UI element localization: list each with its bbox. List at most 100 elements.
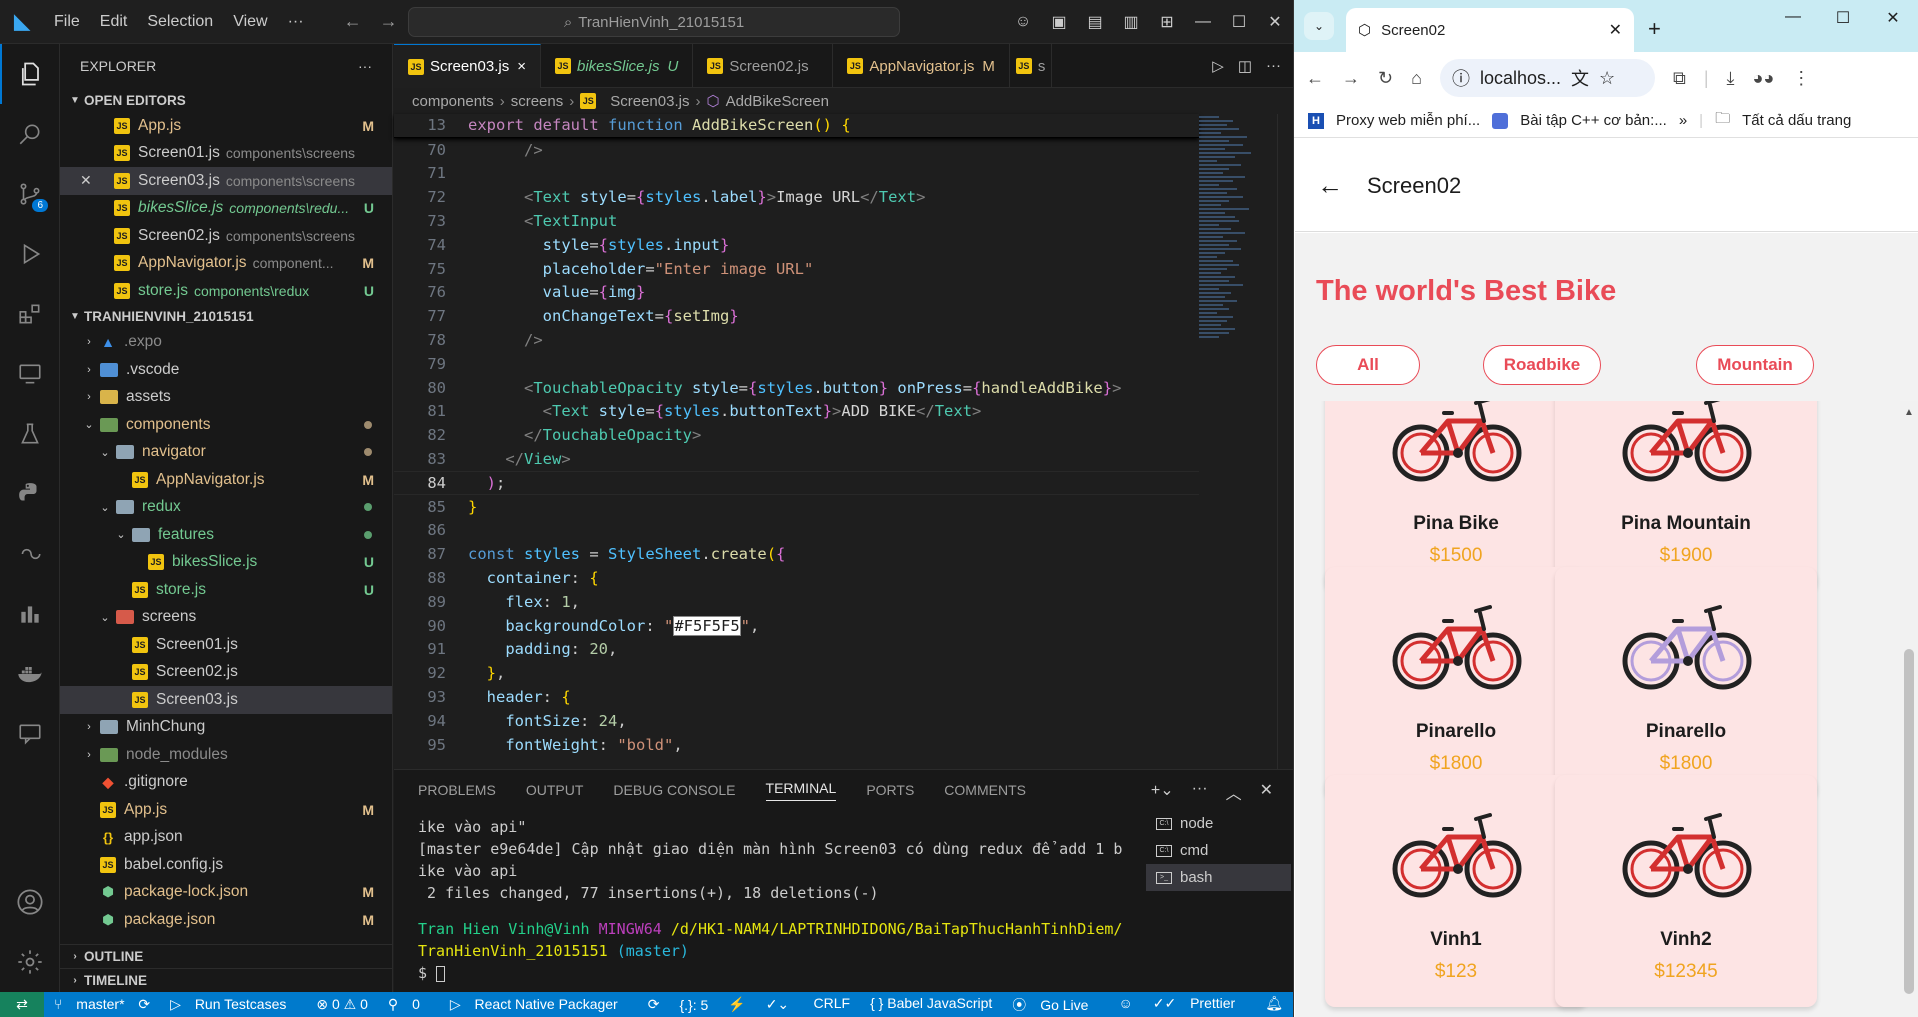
new-tab-icon[interactable]: + <box>1648 16 1661 42</box>
bookmark-item[interactable]: Bài tập C++ cơ bản:... <box>1520 112 1667 129</box>
open-editor-item[interactable]: JS App.js M <box>60 112 392 140</box>
translate-icon[interactable]: 文 <box>1571 65 1589 91</box>
tree-folder[interactable]: › node_modules <box>60 741 392 769</box>
all-bookmarks[interactable]: Tất cả dấu trang <box>1742 112 1851 129</box>
language-status[interactable]: { } Babel JavaScript <box>860 995 1002 1015</box>
tree-folder[interactable]: ⌄ redux <box>60 494 392 522</box>
tree-folder[interactable]: ⌄ navigator <box>60 439 392 467</box>
chrome-menu-icon[interactable]: ⋮ <box>1792 68 1810 89</box>
browser-tab[interactable]: ⬡ Screen02 ✕ <box>1346 8 1634 52</box>
terminal-bash[interactable]: >_ bash <box>1146 864 1291 891</box>
comments-icon[interactable] <box>0 704 60 764</box>
live-share-icon[interactable] <box>0 524 60 584</box>
selection-status[interactable]: {.}: 5 <box>669 997 718 1013</box>
tree-file[interactable]: ⬢ package-lock.json M <box>60 879 392 907</box>
more-actions-icon[interactable]: ··· <box>1192 780 1208 804</box>
maximize-icon[interactable]: ☐ <box>1818 8 1868 28</box>
tab-close-icon[interactable]: × <box>517 58 526 75</box>
code-editor[interactable]: 13 export default function AddBikeScreen(… <box>394 114 1199 769</box>
eol-status[interactable]: CRLF <box>804 995 861 1015</box>
reload-icon[interactable]: ↻ <box>1378 68 1393 89</box>
tree-file[interactable]: JS store.js U <box>60 576 392 604</box>
back-arrow-icon[interactable]: ← <box>1317 170 1343 201</box>
product-card[interactable]: Pinarello $1800 <box>1325 567 1587 799</box>
tree-folder[interactable]: ⌄ screens <box>60 604 392 632</box>
python-icon[interactable] <box>0 464 60 524</box>
tab-appnavigator[interactable]: JS AppNavigator.js M <box>833 44 1010 88</box>
command-center-search[interactable]: ⌕ TranHienVinh_21015151 <box>408 7 900 37</box>
settings-gear-icon[interactable] <box>0 932 60 992</box>
more-actions-icon[interactable]: ··· <box>358 58 372 74</box>
terminal-output[interactable]: ike vào api" [master e9e64de] Cập nhật gi… <box>418 816 1168 984</box>
split-editor-icon[interactable]: ◫ <box>1238 57 1252 75</box>
account-icon[interactable] <box>0 872 60 932</box>
project-section[interactable]: ▼ TRANHIENVINH_21015151 <box>60 305 392 329</box>
terminal-cmd[interactable]: C:\ cmd <box>1146 837 1291 864</box>
terminal-node[interactable]: C:\ node <box>1146 810 1291 837</box>
charts-icon[interactable] <box>0 584 60 644</box>
tree-file-selected[interactable]: JS Screen03.js <box>60 686 392 714</box>
open-editor-item[interactable]: JS store.js components\redux U <box>60 277 392 305</box>
close-icon[interactable]: ✕ <box>1868 8 1918 28</box>
tree-file[interactable]: ◆ .gitignore <box>60 769 392 797</box>
open-editor-item-active[interactable]: ✕ JS Screen03.js components\screens <box>60 167 392 195</box>
flash-icon[interactable]: ⚡ <box>718 996 755 1013</box>
filter-roadbike-button[interactable]: Roadbike <box>1483 345 1601 385</box>
open-editor-item[interactable]: JS bikesSlice.js components\redu... U <box>60 195 392 223</box>
open-editor-item[interactable]: JS Screen01.js components\screens <box>60 140 392 168</box>
close-tab-icon[interactable]: ✕ <box>1609 20 1622 40</box>
back-arrow-icon[interactable]: ← <box>1306 68 1324 89</box>
filter-all-button[interactable]: All <box>1316 345 1420 385</box>
timeline-section[interactable]: › TIMELINE <box>60 968 392 992</box>
tree-folder[interactable]: ⌄ features <box>60 521 392 549</box>
go-live-button[interactable]: ⦿ Go Live <box>1002 995 1108 1015</box>
tree-folder[interactable]: › assets <box>60 384 392 412</box>
product-card[interactable]: Vinh1 $123 <box>1325 775 1587 1007</box>
docker-icon[interactable] <box>0 644 60 704</box>
tree-folder[interactable]: › ▲ .expo <box>60 329 392 357</box>
tab-comments[interactable]: COMMENTS <box>944 782 1026 798</box>
tree-file[interactable]: JS AppNavigator.js M <box>60 466 392 494</box>
remote-icon[interactable]: ⇄ <box>0 992 44 1017</box>
run-testcases-button[interactable]: ▷ Run Testcases <box>160 996 306 1013</box>
run-icon[interactable]: ▷ <box>1212 57 1224 75</box>
maximize-panel-icon[interactable]: ︿ <box>1226 780 1242 804</box>
forward-arrow-icon[interactable]: → <box>380 11 398 32</box>
ports-status[interactable]: ⚲ 0 <box>378 996 440 1013</box>
source-control-icon[interactable]: 6 <box>0 164 60 224</box>
explorer-icon[interactable] <box>0 44 60 104</box>
home-icon[interactable]: ⌂ <box>1411 68 1422 89</box>
more-actions-icon[interactable]: ··· <box>1266 57 1281 74</box>
tree-file[interactable]: JS babel.config.js <box>60 851 392 879</box>
tab-search-icon[interactable]: ⌄ <box>1304 12 1334 40</box>
minimize-icon[interactable]: — <box>1185 13 1221 31</box>
site-info-icon[interactable]: ⓘ <box>1452 65 1470 91</box>
branch-status[interactable]: ⑂ master* ⟳ <box>44 996 160 1013</box>
product-card[interactable]: Pina Mountain $1900 <box>1555 401 1817 591</box>
product-grid[interactable]: Pina Bike $1500 Pina Mountain $1900 Pinarell… <box>1295 401 1900 1017</box>
problems-status[interactable]: ⊗ 0 ⚠ 0 <box>306 996 378 1013</box>
editor-scrollbar[interactable] <box>1277 114 1291 769</box>
open-editors-section[interactable]: ▼ OPEN EDITORS <box>60 88 392 112</box>
bookmark-star-icon[interactable]: ☆ <box>1599 68 1615 89</box>
back-arrow-icon[interactable]: ← <box>344 11 362 32</box>
tab-terminal[interactable]: TERMINAL <box>765 780 837 801</box>
tab-bikesslice[interactable]: JS bikesSlice.js U <box>541 44 694 88</box>
close-icon[interactable]: ✕ <box>80 172 92 189</box>
tab-ports[interactable]: PORTS <box>866 782 914 798</box>
toggle-secondary-sidebar-icon[interactable]: ▥ <box>1113 12 1149 32</box>
page-scrollbar[interactable]: ▲ <box>1900 401 1918 1017</box>
menu-selection[interactable]: Selection <box>137 13 223 31</box>
toggle-panel-icon[interactable]: ▤ <box>1077 12 1113 32</box>
minimize-icon[interactable]: — <box>1768 8 1818 28</box>
filter-mountain-button[interactable]: Mountain <box>1696 345 1814 385</box>
tab-overflow[interactable]: JS s <box>1010 44 1053 88</box>
tab-screen03[interactable]: JS Screen03.js × <box>394 44 541 88</box>
breadcrumb-item[interactable]: AddBikeScreen <box>726 93 829 110</box>
sync-icon[interactable]: ⟳ <box>638 996 670 1013</box>
toggle-sidebar-icon[interactable]: ▣ <box>1041 12 1077 32</box>
notifications-bell-icon[interactable]: 🔔︎ <box>1255 995 1293 1015</box>
close-icon[interactable]: ✕ <box>1257 12 1293 32</box>
tab-problems[interactable]: PROBLEMS <box>418 782 496 798</box>
menu-more[interactable]: ··· <box>278 13 314 31</box>
